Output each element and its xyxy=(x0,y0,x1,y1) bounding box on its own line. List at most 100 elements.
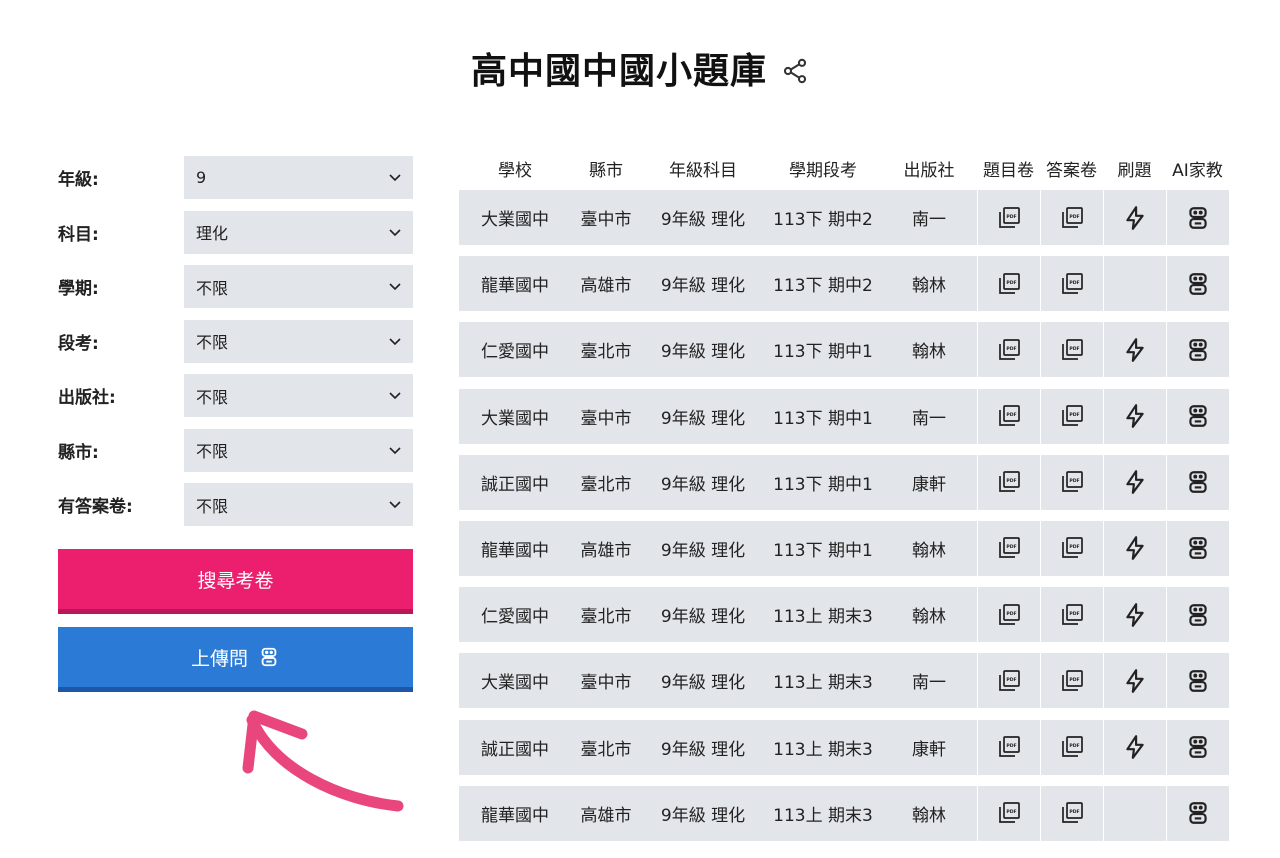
answer-pdf-button[interactable]: PDF xyxy=(1041,190,1103,245)
practice-button[interactable] xyxy=(1104,190,1166,245)
city-cell: 臺北市 xyxy=(580,474,632,495)
column-header: 縣市 xyxy=(589,160,623,181)
ai-tutor-button[interactable] xyxy=(1167,587,1229,643)
filter-row: 科目: 理化 xyxy=(58,210,413,254)
column-header: AI家教 xyxy=(1172,160,1223,181)
share-icon[interactable] xyxy=(781,57,809,85)
filter-row: 學期: 不限 xyxy=(58,265,413,308)
svg-text:PDF: PDF xyxy=(1069,544,1079,550)
ai-tutor-button[interactable] xyxy=(1167,256,1229,312)
upload-button[interactable]: 上傳問 xyxy=(58,627,413,692)
publisher-cell: 翰林 xyxy=(912,540,946,561)
table-body: 大業國中 臺中市 9年級 理化 113下 期中2 南一 PDF PDF 龍華國中 高雄市 9年級 … xyxy=(459,190,1231,841)
quiz-pdf-button[interactable]: PDF xyxy=(978,256,1040,312)
table-row: 誠正國中 臺北市 9年級 理化 113上 期末3 康軒 PDF PDF xyxy=(459,719,1231,775)
grade-subject-cell: 9年級 理化 xyxy=(660,540,746,561)
row-info: 仁愛國中 臺北市 9年級 理化 113上 期末3 翰林 xyxy=(459,587,977,643)
pdf-icon: PDF xyxy=(999,339,1020,360)
chevron-down-icon xyxy=(389,174,401,182)
lightning-icon xyxy=(1126,668,1144,693)
filter-select[interactable]: 不限 xyxy=(184,428,413,472)
filter-select[interactable]: 不限 xyxy=(184,483,413,526)
practice-button[interactable] xyxy=(1104,520,1166,576)
robot-icon xyxy=(1189,471,1207,494)
chevron-down-icon xyxy=(389,228,401,236)
answer-pdf-button[interactable]: PDF xyxy=(1041,388,1103,444)
quiz-pdf-button[interactable]: PDF xyxy=(978,454,1040,510)
answer-pdf-button[interactable]: PDF xyxy=(1041,653,1103,709)
term-cell: 113下 期中2 xyxy=(773,210,873,230)
answer-pdf-button[interactable]: PDF xyxy=(1041,587,1103,643)
quiz-pdf-button[interactable]: PDF xyxy=(978,719,1040,775)
svg-text:PDF: PDF xyxy=(1006,610,1016,616)
ai-tutor-button[interactable] xyxy=(1167,190,1229,245)
filter-value: 9 xyxy=(196,168,207,187)
answer-pdf-button[interactable]: PDF xyxy=(1041,256,1103,312)
ai-tutor-button[interactable] xyxy=(1167,388,1229,444)
quiz-pdf-button[interactable]: PDF xyxy=(978,388,1040,444)
pdf-icon: PDF xyxy=(1062,339,1083,360)
quiz-pdf-button[interactable]: PDF xyxy=(978,190,1040,245)
answer-pdf-button[interactable]: PDF xyxy=(1041,785,1103,841)
chevron-down-icon xyxy=(389,392,401,400)
robot-icon xyxy=(1189,339,1207,361)
row-info: 大業國中 臺中市 9年級 理化 113上 期末3 南一 xyxy=(459,653,977,709)
svg-text:PDF: PDF xyxy=(1069,610,1079,616)
pdf-icon: PDF xyxy=(999,206,1020,228)
filter-select[interactable]: 不限 xyxy=(184,319,413,363)
pdf-icon: PDF xyxy=(999,471,1020,493)
practice-button[interactable] xyxy=(1104,653,1166,709)
practice-button xyxy=(1104,256,1166,312)
lightning-icon xyxy=(1126,337,1144,362)
ai-tutor-button[interactable] xyxy=(1167,653,1229,709)
practice-button[interactable] xyxy=(1104,388,1166,444)
lightning-icon xyxy=(1126,205,1144,230)
ai-tutor-button[interactable] xyxy=(1167,520,1229,576)
svg-text:PDF: PDF xyxy=(1006,412,1016,418)
robot-icon xyxy=(1189,603,1207,626)
ai-tutor-button[interactable] xyxy=(1167,322,1229,378)
practice-button[interactable] xyxy=(1104,322,1166,378)
pdf-icon: PDF xyxy=(1062,736,1083,757)
table-row: 大業國中 臺中市 9年級 理化 113下 期中2 南一 PDF PDF xyxy=(459,190,1231,245)
practice-button[interactable] xyxy=(1104,719,1166,775)
search-button[interactable]: 搜尋考卷 xyxy=(58,549,413,614)
quiz-pdf-button[interactable]: PDF xyxy=(978,785,1040,841)
row-info: 仁愛國中 臺北市 9年級 理化 113下 期中1 翰林 xyxy=(459,322,977,378)
filter-row: 出版社: 不限 xyxy=(58,374,413,417)
table-row: 仁愛國中 臺北市 9年級 理化 113下 期中1 翰林 PDF PDF xyxy=(459,322,1231,378)
answer-pdf-button[interactable]: PDF xyxy=(1041,719,1103,775)
filter-select[interactable]: 不限 xyxy=(184,374,413,417)
grade-subject-cell: 9年級 理化 xyxy=(660,474,746,495)
term-cell: 113下 期中1 xyxy=(773,342,873,363)
chevron-down-icon xyxy=(389,446,401,454)
term-cell: 113下 期中1 xyxy=(773,540,873,561)
practice-button[interactable] xyxy=(1104,454,1166,510)
filter-label: 段考: xyxy=(58,333,99,354)
filter-select[interactable]: 不限 xyxy=(184,265,413,308)
ai-tutor-button[interactable] xyxy=(1167,719,1229,775)
quiz-pdf-button[interactable]: PDF xyxy=(978,653,1040,709)
answer-pdf-button[interactable]: PDF xyxy=(1041,454,1103,510)
city-cell: 臺中市 xyxy=(580,210,632,230)
school-cell: 大業國中 xyxy=(481,408,549,429)
practice-button[interactable] xyxy=(1104,587,1166,643)
city-cell: 高雄市 xyxy=(580,276,632,297)
school-cell: 龍華國中 xyxy=(481,805,549,826)
grade-subject-cell: 9年級 理化 xyxy=(660,210,746,230)
city-cell: 高雄市 xyxy=(580,805,632,826)
ai-tutor-button[interactable] xyxy=(1167,785,1229,841)
grade-subject-cell: 9年級 理化 xyxy=(660,673,746,694)
quiz-pdf-button[interactable]: PDF xyxy=(978,520,1040,576)
filter-value: 不限 xyxy=(196,278,229,298)
answer-pdf-button[interactable]: PDF xyxy=(1041,322,1103,378)
quiz-pdf-button[interactable]: PDF xyxy=(978,322,1040,378)
quiz-pdf-button[interactable]: PDF xyxy=(978,587,1040,643)
filter-value: 不限 xyxy=(196,496,229,516)
filter-select[interactable]: 9 xyxy=(184,156,413,199)
answer-pdf-button[interactable]: PDF xyxy=(1041,520,1103,576)
column-header: 學期段考 xyxy=(789,160,857,181)
filter-select[interactable]: 理化 xyxy=(184,210,413,254)
robot-icon xyxy=(1189,206,1207,229)
ai-tutor-button[interactable] xyxy=(1167,454,1229,510)
